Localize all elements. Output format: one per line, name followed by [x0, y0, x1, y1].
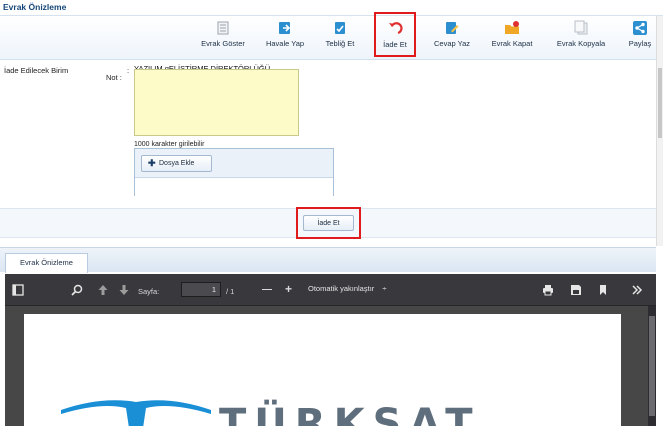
- evrak-goster-label: Evrak Göster: [201, 39, 245, 48]
- pdf-page: TÜRKSAT: [24, 314, 621, 426]
- bookmark-icon[interactable]: [597, 284, 609, 296]
- previous-page-icon[interactable]: [97, 284, 109, 296]
- unit-label: İade Edilecek Birim: [4, 66, 69, 75]
- return-button-highlight: İade Et: [296, 207, 361, 239]
- unit-colon: :: [127, 66, 130, 75]
- file-list: [135, 177, 333, 196]
- zoom-select-value: Otomatik yakınlaştır: [308, 284, 375, 293]
- save-icon[interactable]: [570, 284, 582, 296]
- paylas-label: Paylaş: [628, 39, 652, 48]
- cevap-yaz-button[interactable]: Cevap Yaz: [427, 16, 477, 60]
- reply-icon: [446, 22, 459, 34]
- havale-yap-label: Havale Yap: [265, 39, 305, 48]
- file-upload-panel: ✚ Dosya Ekle: [134, 148, 334, 196]
- copy-icon: [574, 20, 588, 35]
- zoom-in-button[interactable]: +: [285, 282, 292, 296]
- teblig-et-button[interactable]: Tebliğ Et: [319, 16, 361, 60]
- tools-menu-icon[interactable]: [631, 284, 643, 296]
- return-button[interactable]: İade Et: [303, 215, 354, 231]
- evrak-kopyala-button[interactable]: Evrak Kopyala: [550, 16, 612, 60]
- cevap-yaz-label: Cevap Yaz: [434, 39, 470, 48]
- teblig-et-label: Tebliğ Et: [325, 39, 355, 48]
- return-icon: [389, 22, 403, 35]
- add-file-button[interactable]: ✚ Dosya Ekle: [141, 155, 212, 172]
- page-label: Sayfa:: [138, 287, 160, 296]
- evrak-kopyala-label: Evrak Kopyala: [556, 39, 606, 48]
- next-page-icon[interactable]: [118, 284, 130, 296]
- window-title-bar: Evrak Önizleme: [0, 0, 663, 16]
- page-scrollbar[interactable]: [656, 16, 663, 246]
- iade-et-toolbar-button[interactable]: İade Et: [374, 12, 416, 57]
- search-icon[interactable]: [71, 284, 83, 296]
- folder-close-icon: [505, 21, 519, 34]
- turksat-logo-mark: [61, 400, 211, 426]
- document-view-icon: [217, 21, 229, 35]
- iade-et-toolbar-label: İade Et: [383, 40, 407, 49]
- toolbar: Evrak Göster Havale Yap Tebliğ Et İade E…: [0, 12, 663, 60]
- zoom-out-button[interactable]: —: [262, 284, 272, 295]
- zoom-select[interactable]: Otomatik yakınlaştır ÷: [308, 284, 387, 293]
- tab-strip: Evrak Önizleme: [0, 247, 656, 273]
- evrak-goster-button[interactable]: Evrak Göster: [196, 16, 250, 60]
- forward-icon: [279, 22, 291, 34]
- havale-yap-button[interactable]: Havale Yap: [262, 16, 308, 60]
- page-total: / 1: [226, 287, 235, 296]
- tab-evrak-onizleme[interactable]: Evrak Önizleme: [5, 253, 88, 273]
- share-icon: [633, 21, 647, 35]
- note-label: Not :: [106, 73, 122, 82]
- note-textarea[interactable]: [134, 69, 299, 136]
- pdf-toolbar: Sayfa: 1 / 1 — + Otomatik yakınlaştır ÷: [5, 274, 656, 306]
- zoom-caret-icon: ÷: [382, 284, 387, 293]
- evrak-kapat-button[interactable]: Evrak Kapat: [485, 16, 539, 60]
- print-icon[interactable]: [542, 284, 554, 296]
- char-limit-hint: 1000 karakter girilebilir: [134, 141, 205, 148]
- plus-icon: ✚: [148, 158, 156, 168]
- sidebar-toggle-icon[interactable]: [12, 284, 24, 296]
- notify-icon: [335, 22, 345, 34]
- paylas-button[interactable]: Paylaş: [623, 16, 657, 60]
- add-file-label: Dosya Ekle: [159, 160, 195, 167]
- turksat-logo-text: TÜRKSAT: [219, 401, 481, 426]
- page-number-input[interactable]: 1: [181, 282, 221, 297]
- page-scrollbar-thumb[interactable]: [658, 68, 662, 138]
- pdf-scrollbar-thumb[interactable]: [649, 316, 655, 416]
- pdf-scrollbar[interactable]: [648, 306, 656, 426]
- window-title: Evrak Önizleme: [3, 2, 67, 12]
- pdf-viewer: Sayfa: 1 / 1 — + Otomatik yakınlaştır ÷ …: [5, 274, 656, 426]
- evrak-kapat-label: Evrak Kapat: [491, 39, 533, 48]
